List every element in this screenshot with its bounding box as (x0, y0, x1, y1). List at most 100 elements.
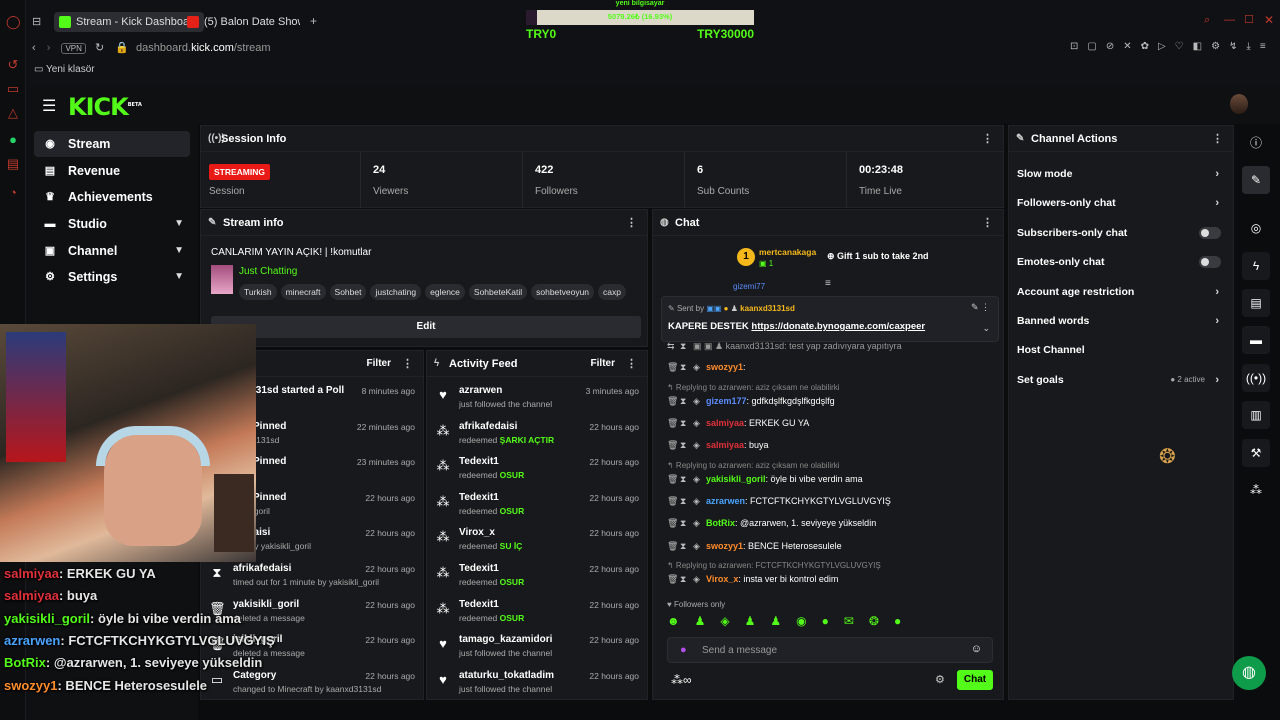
delete-icon[interactable]: 🗑 (667, 494, 680, 508)
shopping-icon[interactable]: ▭ (6, 82, 20, 96)
more-options-icon[interactable]: ⋮ (982, 126, 993, 152)
search-tabs-icon[interactable]: ⌕ (1204, 14, 1210, 27)
item-title[interactable]: Tedexit1 (459, 456, 499, 467)
send-chat-button[interactable]: Chat (957, 670, 993, 690)
item-title[interactable]: tamago_kazamidori (459, 634, 552, 645)
emote-bar[interactable]: ☻♟◈♟♟◉●✉❂● (667, 614, 997, 630)
filter-button[interactable]: Filter (367, 351, 391, 377)
chat-icon[interactable]: ▬ (1242, 326, 1270, 354)
delete-icon[interactable]: 🗑 (667, 516, 680, 530)
chevron-down-icon[interactable]: ⌄ (982, 323, 990, 334)
delete-icon[interactable]: 🗑 (667, 472, 680, 486)
chat-username[interactable]: BotRix (706, 518, 735, 528)
channel-action-set-goals[interactable]: Set goals › ● 2 active (1017, 369, 1223, 391)
sidebar-item-studio[interactable]: ▬ Studio ▼ (34, 211, 190, 237)
back-icon[interactable]: ‹ (32, 42, 36, 54)
chat-username[interactable]: azrarwen (706, 496, 745, 506)
donate-link[interactable]: https://donate.bynogame.com/caxpeer (751, 321, 925, 332)
target-icon[interactable]: ◎ (1242, 214, 1270, 242)
gift-cta[interactable]: ⊕ Gift 1 sub to take 2nd (827, 251, 929, 262)
item-title[interactable]: Tedexit1 (459, 492, 499, 503)
more-options-icon[interactable]: ⋮ (626, 351, 637, 377)
stream-tag[interactable]: minecraft (280, 284, 326, 300)
channel-action-account-age-restriction[interactable]: Account age restriction › (1017, 281, 1223, 303)
gear-icon[interactable]: ⚙ (935, 673, 945, 686)
info-icon[interactable]: ⓘ (1242, 129, 1270, 157)
stream-tag[interactable]: caxp (598, 284, 627, 300)
timeout-icon[interactable]: ⧗ (680, 572, 693, 586)
gifter-name[interactable]: mertcanakaga (759, 247, 816, 257)
document-icon[interactable]: ▤ (1242, 289, 1270, 317)
stream-tag[interactable]: Sohbet (329, 284, 367, 300)
whatsapp-icon[interactable]: ● (6, 133, 20, 147)
item-title[interactable]: Tedexit1 (459, 599, 499, 610)
toggle-switch[interactable] (1199, 256, 1221, 269)
item-title[interactable]: afrikafedaisi (233, 563, 291, 574)
mic-icon[interactable]: ● (680, 644, 687, 656)
clock-icon[interactable]: ◔ (6, 186, 20, 200)
stream-tag[interactable]: Turkish (239, 284, 277, 300)
sidebar-item-achievements[interactable]: ♛ Achievements (34, 184, 190, 210)
reload-icon[interactable]: ↻ (95, 42, 104, 54)
chat-input[interactable]: ● Send a message ☺ (667, 637, 993, 663)
broadcast-icon[interactable]: ((•)) (1242, 364, 1270, 392)
toggle-switch[interactable] (1199, 226, 1221, 239)
forward-icon[interactable]: › (47, 42, 51, 54)
chat-username[interactable]: salmiyaa (706, 418, 744, 428)
chat-username[interactable]: Virox_x (706, 574, 738, 584)
channel-action-emotes-only-chat[interactable]: Emotes-only chat (1017, 251, 1223, 273)
edit-button[interactable]: Edit (211, 316, 641, 338)
delete-icon[interactable]: 🗑 (667, 416, 680, 430)
item-title[interactable]: Virox_x (459, 527, 495, 538)
channel-action-slow-mode[interactable]: Slow mode › (1017, 163, 1223, 185)
wrench-icon[interactable]: ⚒ (1242, 439, 1270, 467)
sidebar-item-channel[interactable]: ▣ Channel ▼ (34, 238, 190, 264)
more-options-icon[interactable]: ⋮ (402, 351, 413, 377)
channel-action-banned-words[interactable]: Banned words › (1017, 310, 1223, 332)
emoji-icon[interactable]: ☺ (971, 643, 982, 655)
stream-tag[interactable]: justchating (370, 284, 422, 300)
timeout-icon[interactable]: ⧗ (680, 416, 693, 430)
delete-icon[interactable]: 🗑 (667, 360, 680, 374)
vpn-badge[interactable]: VPN (61, 43, 86, 54)
chat-username[interactable]: swozyy1 (706, 362, 743, 372)
layout-icon[interactable]: ▥ (1242, 401, 1270, 429)
timeout-icon[interactable]: ⧗ (680, 438, 693, 452)
item-title[interactable]: azrarwen (459, 385, 502, 396)
channel-action-host-channel[interactable]: Host Channel (1017, 339, 1223, 361)
maps-icon[interactable]: △ (6, 106, 20, 120)
item-title[interactable]: Tedexit1 (459, 563, 499, 574)
unpin-icon[interactable]: ✎ ⋮ (971, 302, 990, 313)
channel-action-subscribers-only-chat[interactable]: Subscribers-only chat (1017, 222, 1223, 244)
more-options-icon[interactable]: ⋮ (982, 210, 993, 236)
timeout-icon[interactable]: ⧗ (680, 360, 693, 374)
sidebar-item-settings[interactable]: ⚙ Settings ▼ (34, 264, 190, 290)
item-title[interactable]: afrikafedaisi (459, 421, 517, 432)
sidebar-item-revenue[interactable]: ▤ Revenue (34, 158, 190, 184)
tab-switch-icon[interactable]: ⊟ (32, 15, 41, 28)
timeout-icon[interactable]: ⧗ (680, 539, 693, 553)
chat-username[interactable]: swozyy1 (706, 541, 743, 551)
filter-button[interactable]: Filter (591, 351, 615, 377)
support-chat-button[interactable]: ◍ (1232, 656, 1266, 690)
minimize-icon[interactable]: — (1224, 14, 1235, 26)
stream-tag[interactable]: SohbeteKatil (468, 284, 528, 300)
sidebar-item-stream[interactable]: ◉ Stream (34, 131, 190, 157)
stream-tag[interactable]: sohbetveoyun (531, 284, 595, 300)
delete-icon[interactable]: 🗑 (667, 572, 680, 586)
timeout-icon[interactable]: ⧗ (680, 516, 693, 530)
timeout-icon[interactable]: ⧗ (680, 394, 693, 408)
new-tab-icon[interactable]: + (310, 14, 317, 28)
bookmark-folder[interactable]: Yeni klasör (46, 64, 95, 75)
opera-logo-icon[interactable]: ◯ (6, 15, 21, 29)
chat-tools-icon[interactable]: ⁂∞ (671, 673, 692, 687)
item-title[interactable]: ataturku_tokatladim (459, 670, 554, 681)
edit-icon[interactable]: ✎ (1242, 166, 1270, 194)
timeout-icon[interactable]: ⧗ (680, 472, 693, 486)
more-tools-icon[interactable]: ⁂ (1242, 476, 1270, 504)
delete-icon[interactable]: 🗑 (667, 394, 680, 408)
more-options-icon[interactable]: ⋮ (626, 210, 637, 236)
history-icon[interactable]: ↺ (6, 58, 20, 72)
chat-username[interactable]: yakisikli_goril (706, 474, 766, 484)
extension-icons[interactable]: ⊡▢⊘✕✿▷♡◧⚙↯⤓≡ (1070, 41, 1275, 52)
